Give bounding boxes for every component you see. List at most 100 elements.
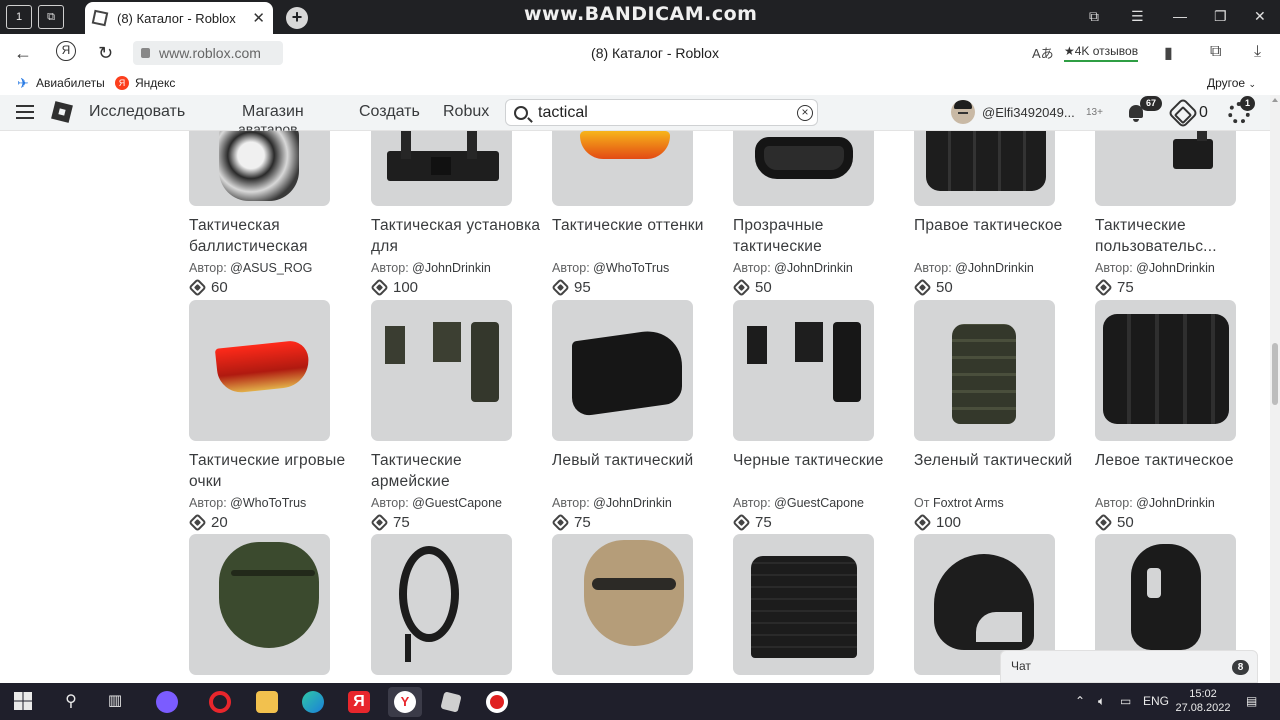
catalog-item[interactable] xyxy=(733,534,893,683)
catalog-item[interactable]: Тактические игровые очки Автор: @WhoToTr… xyxy=(188,300,349,532)
taskbar-clock[interactable]: 15:02 27.08.2022 xyxy=(1175,687,1231,715)
catalog-item[interactable]: Зеленый тактический От Foxtrot Arms 100 xyxy=(913,300,1074,532)
hamburger-menu-icon[interactable] xyxy=(16,105,34,119)
address-bar: ← Я ↻ www.roblox.com (8) Каталог - Roblo… xyxy=(0,34,1280,72)
volume-icon[interactable]: 🔈︎ xyxy=(1098,694,1105,709)
robux-price-icon xyxy=(732,513,751,532)
robux-price-icon xyxy=(1094,278,1113,297)
other-bookmarks[interactable]: Другое ⌄ xyxy=(1207,76,1256,90)
tray-chevron-up-icon[interactable]: ⌃ xyxy=(1075,694,1085,708)
network-icon[interactable]: ▭ xyxy=(1120,694,1131,708)
chat-panel[interactable]: Чат 8 xyxy=(1000,650,1258,683)
rope-hook-icon xyxy=(399,546,459,642)
download-icon[interactable]: ⤓ xyxy=(1254,43,1261,61)
nav-avatar-shop[interactable]: Магазин xyxy=(242,103,304,121)
ballistic-mask-icon xyxy=(219,131,299,201)
catalog-item[interactable] xyxy=(189,534,349,683)
file-explorer-icon[interactable] xyxy=(256,691,278,713)
catalog-item[interactable]: Тактические пользовательс... Автор: @Joh… xyxy=(1094,131,1255,297)
yandex-browser-active-icon[interactable]: Y xyxy=(388,687,422,717)
catalog-grid: Тактическая баллистическая Автор: @ASUS_… xyxy=(0,131,1270,683)
roblox-taskbar-icon[interactable] xyxy=(440,691,462,713)
age-badge: 13+ xyxy=(1086,107,1103,118)
username[interactable]: @Elfi3492049... xyxy=(982,105,1075,120)
page-scrollbar[interactable] xyxy=(1270,95,1280,683)
search-icon[interactable] xyxy=(514,105,528,120)
nav-create[interactable]: Создать xyxy=(359,103,420,121)
bandicam-icon[interactable] xyxy=(486,691,508,713)
catalog-item[interactable]: Правое тактическое Автор: @JohnDrinkin 5… xyxy=(913,131,1074,297)
robux-price-icon xyxy=(913,513,932,532)
search-icon[interactable]: ⚲ xyxy=(60,691,82,713)
catalog-item[interactable]: Тактическая баллистическая Автор: @ASUS_… xyxy=(188,131,349,297)
tab-counter-icon[interactable]: 1 xyxy=(6,5,32,29)
windows-start-icon[interactable] xyxy=(14,692,32,710)
scrollbar-thumb[interactable] xyxy=(1272,343,1278,405)
roblox-logo-icon[interactable] xyxy=(51,101,73,123)
catalog-item[interactable]: Тактическая установка для Автор: @JohnDr… xyxy=(370,131,540,297)
maximize-icon[interactable]: ❐ xyxy=(1214,8,1227,25)
new-tab-button[interactable]: + xyxy=(286,7,308,29)
bandicam-watermark: www.BANDICAM.com xyxy=(524,3,758,25)
bookmarks-bar: ✈ Авиабилеты Я Яндекс Другое ⌄ xyxy=(0,72,1280,95)
tab-title: (8) Каталог - Roblox xyxy=(117,10,236,26)
catalog-item[interactable] xyxy=(371,534,531,683)
bookmark-aviabilety[interactable]: ✈ Авиабилеты xyxy=(16,75,105,91)
robux-price-icon xyxy=(188,513,207,532)
task-view-icon[interactable]: ▥ xyxy=(104,691,126,713)
nav-robux[interactable]: Robux xyxy=(443,103,489,121)
robux-price-icon xyxy=(551,278,570,297)
yandex-icon: Я xyxy=(115,76,129,90)
close-tab-icon[interactable]: ✕ xyxy=(252,9,265,27)
balaclava-icon xyxy=(1131,544,1201,650)
clear-search-icon[interactable]: × xyxy=(797,104,813,121)
share-icon[interactable]: ⧉ xyxy=(1210,43,1221,61)
robux-balance: 0 xyxy=(1199,104,1208,121)
reviews-badge[interactable]: ★4K отзывов xyxy=(1064,44,1139,62)
green-helmet-icon xyxy=(219,542,319,648)
backpack-icon xyxy=(926,131,1046,191)
edge-icon[interactable] xyxy=(302,691,324,713)
red-glasses-icon xyxy=(214,339,312,395)
robux-price-icon xyxy=(370,278,389,297)
catalog-item[interactable]: Тактические армейские Автор: @GuestCapon… xyxy=(370,300,531,532)
catalog-item[interactable]: Левое тактическое Автор: @JohnDrinkin 50 xyxy=(1094,300,1255,532)
settings-badge: 1 xyxy=(1240,96,1255,111)
catalog-item[interactable] xyxy=(552,534,712,683)
robux-price-icon xyxy=(551,513,570,532)
scroll-up-icon[interactable] xyxy=(1272,98,1278,102)
translate-icon[interactable]: Aあ xyxy=(1032,43,1054,62)
tinted-glasses-icon xyxy=(580,131,670,159)
search-input[interactable]: tactical xyxy=(538,104,797,122)
chat-count-badge: 8 xyxy=(1232,660,1249,675)
menu-icon[interactable]: ☰ xyxy=(1131,8,1144,25)
robux-price-icon xyxy=(370,513,389,532)
catalog-item[interactable]: Левый тактический Автор: @JohnDrinkin 75 xyxy=(551,300,712,532)
bookmark-icon[interactable]: ▮ xyxy=(1164,43,1173,63)
tab-manager-icon[interactable]: ⧉ xyxy=(1089,8,1099,25)
tan-helmet-icon xyxy=(584,540,684,646)
notifications-center-icon[interactable]: ▤ xyxy=(1246,694,1257,708)
robux-price-icon xyxy=(188,278,207,297)
close-window-icon[interactable]: ✕ xyxy=(1254,8,1266,25)
catalog-item[interactable]: Тактические оттенки Автор: @WhoToTrus 95 xyxy=(551,131,712,297)
tab-collections-icon[interactable]: ⧉ xyxy=(38,5,64,29)
avatar[interactable] xyxy=(951,100,975,124)
army-pouches-icon xyxy=(385,326,405,364)
nav-explore[interactable]: Исследовать xyxy=(89,103,185,121)
robux-price-icon xyxy=(1094,513,1113,532)
roblox-favicon-icon xyxy=(91,9,109,27)
bookmark-yandex[interactable]: Я Яндекс xyxy=(115,76,175,90)
plate-carrier-icon xyxy=(751,556,857,658)
catalog-item[interactable]: Черные тактические Автор: @GuestCapone 7… xyxy=(732,300,893,532)
browser-tab-active[interactable]: (8) Каталог - Roblox ✕ xyxy=(85,2,273,34)
minimize-icon[interactable]: — xyxy=(1173,8,1187,24)
search-box[interactable]: tactical × xyxy=(505,99,818,126)
catalog-item[interactable]: Прозрачные тактические Автор: @JohnDrink… xyxy=(732,131,893,297)
robux-icon[interactable] xyxy=(1167,97,1199,129)
language-indicator[interactable]: ENG xyxy=(1143,694,1169,708)
robux-price-icon xyxy=(913,278,932,297)
alice-icon[interactable] xyxy=(156,691,178,713)
yandex-browser-icon[interactable]: Я xyxy=(348,691,370,713)
opera-icon[interactable] xyxy=(209,691,231,713)
